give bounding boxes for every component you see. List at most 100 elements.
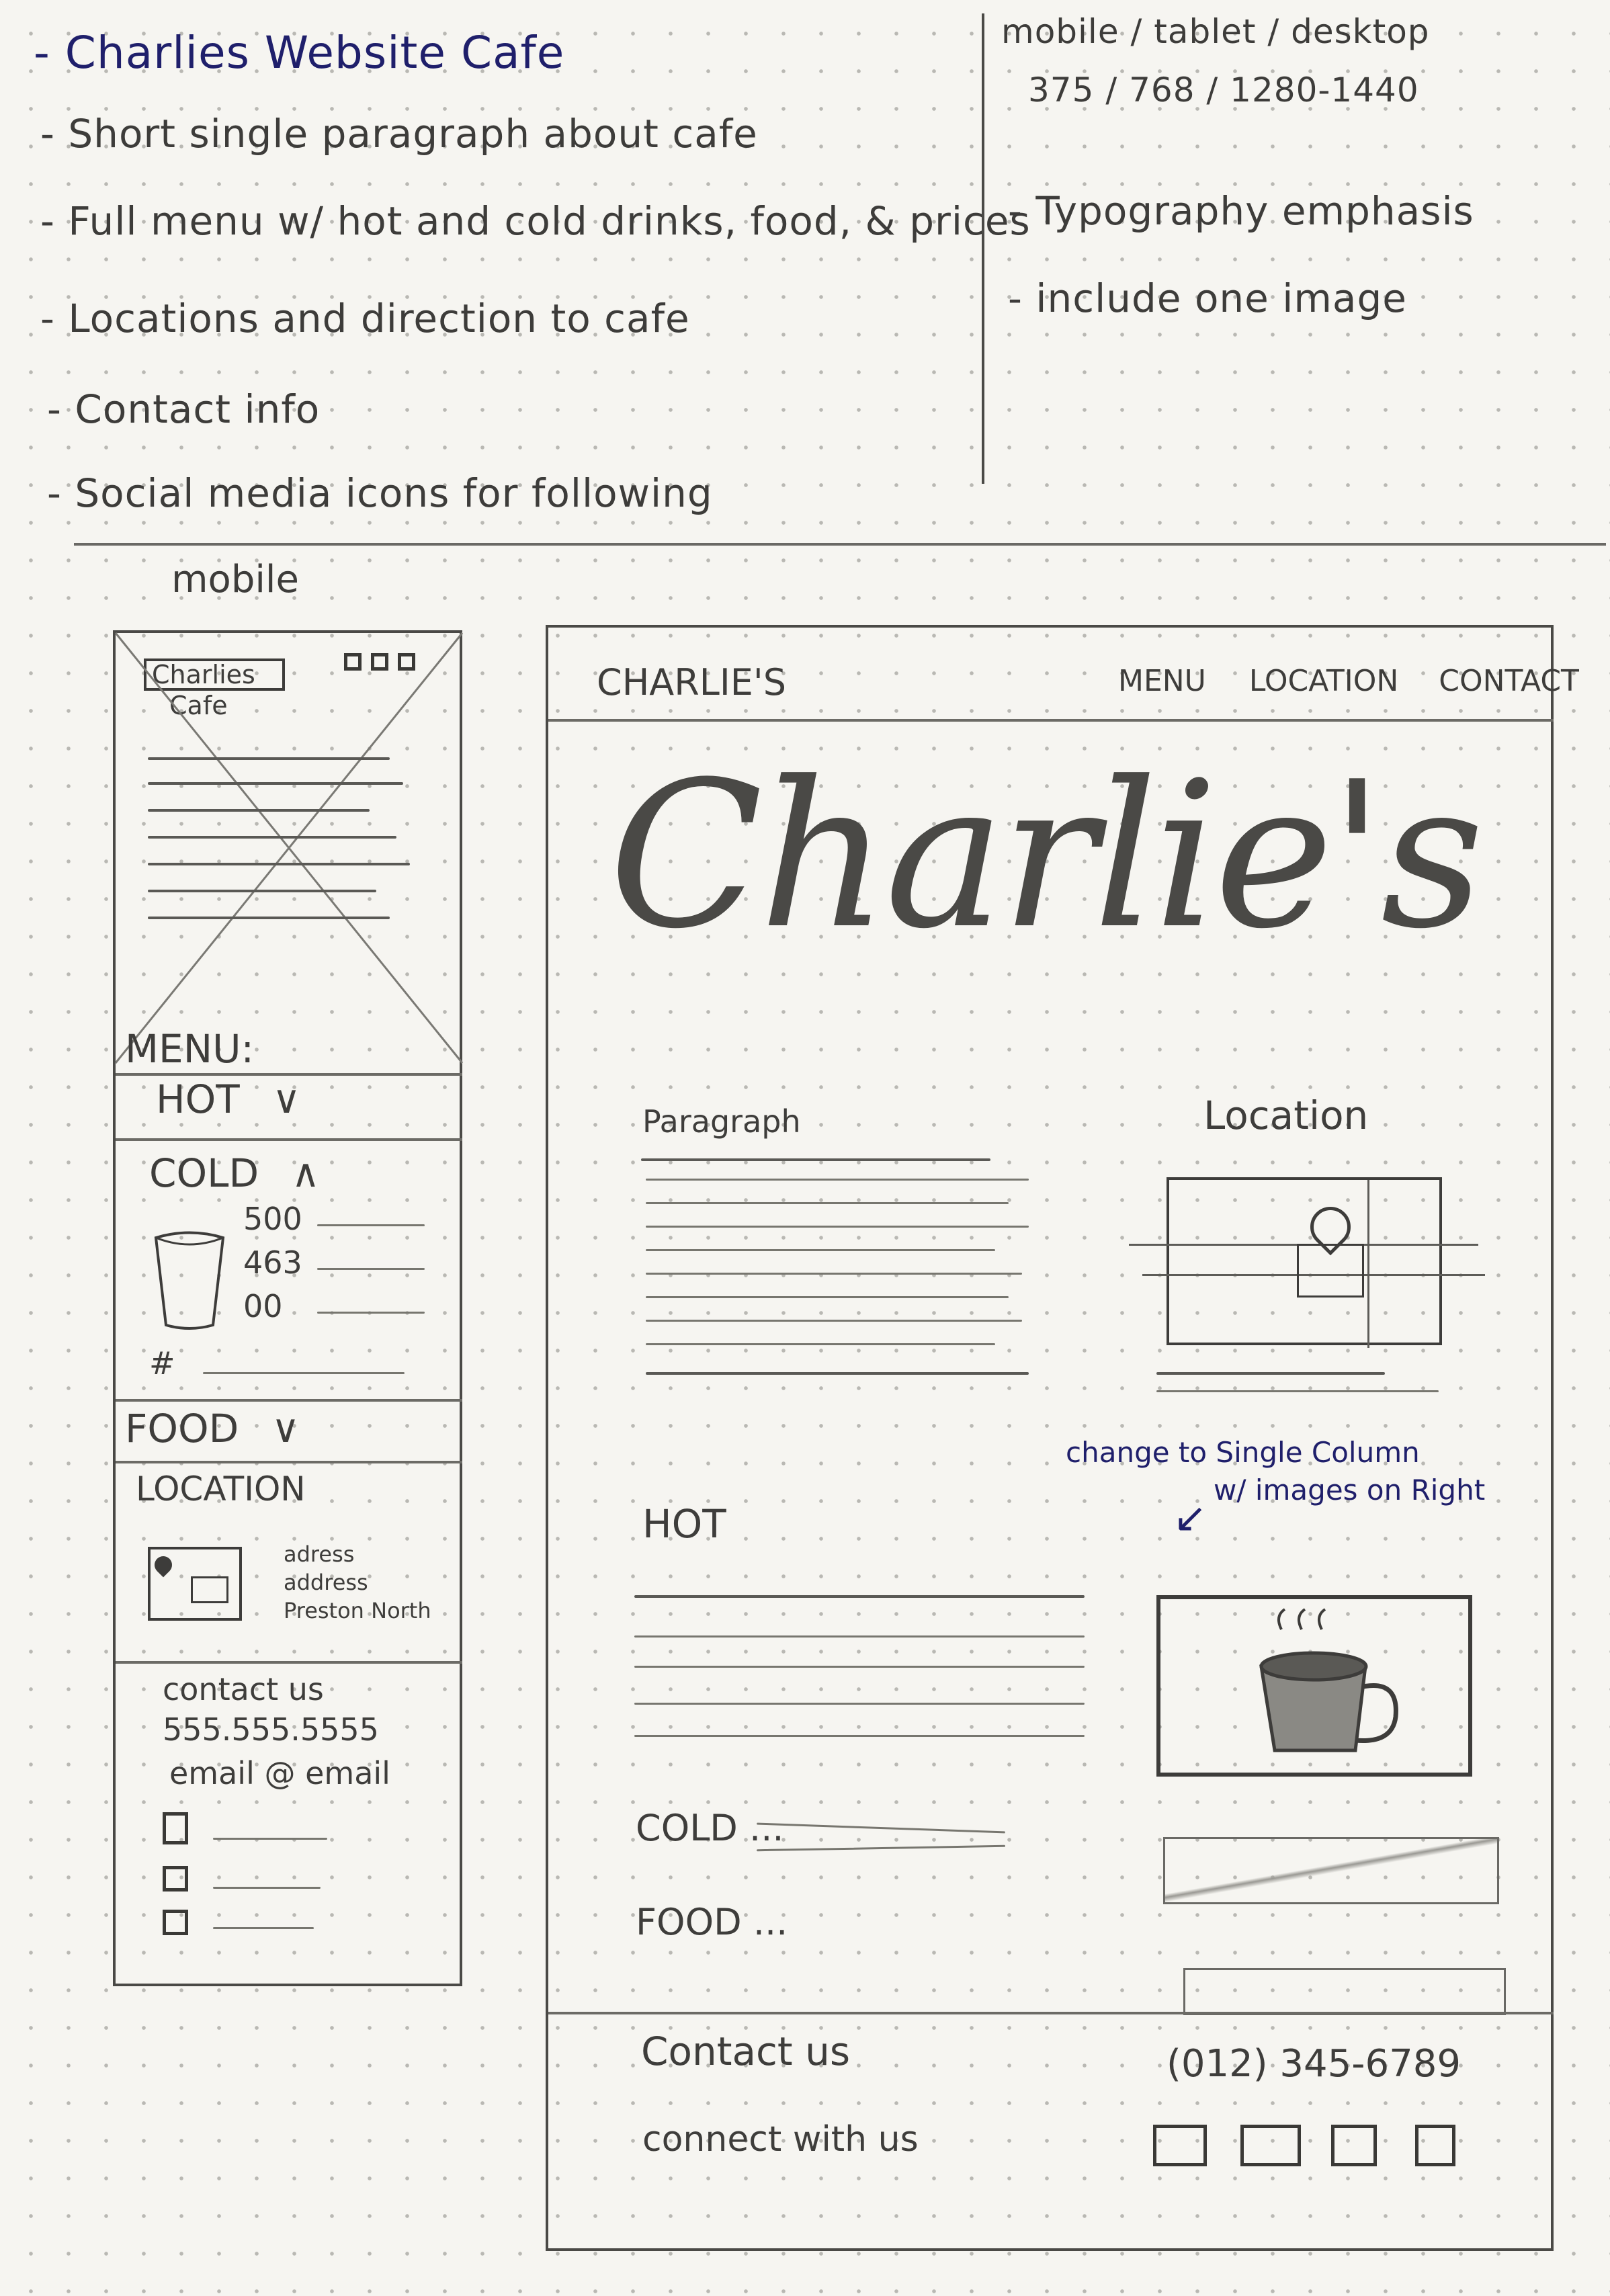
address-block: adress address Preston North xyxy=(284,1540,431,1625)
cold-toggle[interactable]: COLD ∧ xyxy=(149,1150,320,1196)
address-line: adress xyxy=(284,1541,355,1567)
price-line xyxy=(317,1312,425,1314)
food-toggle[interactable]: FOOD ∨ xyxy=(125,1406,300,1451)
text-line xyxy=(646,1226,1029,1228)
location-map[interactable] xyxy=(1129,1177,1485,1348)
text-line xyxy=(148,836,396,839)
chevron-up-icon: ∧ xyxy=(291,1150,321,1196)
text-line xyxy=(646,1273,1022,1275)
note-item: 375 / 768 / 1280-1440 xyxy=(1028,71,1419,110)
map-pin-icon xyxy=(151,1552,176,1578)
note-item: - Contact info xyxy=(47,386,321,432)
size-label: 00 xyxy=(243,1288,283,1324)
menu-line xyxy=(634,1666,1085,1668)
text-line xyxy=(646,1249,995,1251)
social-handle-line xyxy=(213,1838,327,1840)
address-line: Preston North xyxy=(284,1598,431,1623)
text-line xyxy=(646,1202,1009,1204)
hot-heading: HOT xyxy=(642,1501,726,1547)
divider xyxy=(116,1661,462,1664)
map-road xyxy=(1367,1180,1369,1348)
text-line xyxy=(646,1296,1009,1298)
cold-heading[interactable]: COLD ... xyxy=(636,1807,784,1849)
hot-label: HOT xyxy=(156,1076,240,1122)
coffee-cup-icon xyxy=(1259,1608,1398,1752)
location-caption-line xyxy=(1156,1372,1385,1375)
note-item: - Locations and direction to cafe xyxy=(40,296,690,341)
annotation-line: change to Single Column xyxy=(1066,1436,1420,1469)
connect-label: connect with us xyxy=(642,2119,919,2160)
nav-menu[interactable]: MENU xyxy=(1118,664,1206,698)
hero-title: Charlie's xyxy=(609,738,1484,973)
price-line xyxy=(317,1224,425,1226)
phone[interactable]: 555.555.5555 xyxy=(163,1711,379,1748)
note-item: - Short single paragraph about cafe xyxy=(40,111,758,157)
food-heading[interactable]: FOOD ... xyxy=(636,1901,788,1943)
header-divider xyxy=(548,719,1554,722)
address-line: address xyxy=(284,1570,368,1595)
menu-heading: MENU: xyxy=(125,1026,255,1072)
cup-icon xyxy=(154,1231,225,1330)
social-icon-1[interactable] xyxy=(163,1812,188,1844)
nav-contact[interactable]: CONTACT xyxy=(1439,664,1579,698)
menu-line xyxy=(757,1844,1005,1852)
desktop-nav: MENU LOCATION CONTACT xyxy=(1118,664,1579,698)
hot-toggle[interactable]: HOT ∨ xyxy=(156,1076,301,1122)
image-placeholder-icon xyxy=(114,632,464,1064)
size-label: 500 xyxy=(243,1201,302,1237)
divider xyxy=(116,1138,462,1141)
paragraph-label: Paragraph xyxy=(642,1103,801,1140)
social-icon-3[interactable] xyxy=(163,1910,188,1935)
paragraph-underline xyxy=(641,1158,990,1161)
text-line xyxy=(148,917,390,919)
chevron-down-icon: ∨ xyxy=(272,1076,301,1122)
social-icon-3[interactable] xyxy=(1331,2125,1377,2166)
coffee-image xyxy=(1156,1595,1472,1777)
social-icon-2[interactable] xyxy=(163,1866,188,1891)
menu-line xyxy=(634,1735,1085,1737)
sketch-block xyxy=(1183,1968,1506,2015)
sketch-block xyxy=(1163,1837,1499,1904)
divider xyxy=(116,1399,462,1402)
notes-divider xyxy=(982,13,984,484)
breakpoint-notes: mobile / tablet / desktop 375 / 768 / 12… xyxy=(994,7,1586,329)
chevron-down-icon: ∨ xyxy=(271,1406,300,1451)
social-icon-1[interactable] xyxy=(1153,2125,1207,2166)
text-line xyxy=(148,863,410,865)
map-block xyxy=(191,1576,228,1603)
food-label: FOOD xyxy=(125,1406,239,1451)
phone-number[interactable]: (012) 345-6789 xyxy=(1167,2042,1461,2086)
note-title: - Charlies Website Cafe xyxy=(34,27,565,79)
note-item: - include one image xyxy=(1008,275,1407,321)
text-line xyxy=(646,1320,1022,1322)
price-line xyxy=(203,1372,405,1374)
email[interactable]: email @ email xyxy=(169,1755,390,1791)
layout-annotation: change to Single Column w/ images on Rig… xyxy=(1066,1434,1485,1509)
mobile-frame: Charlies Cafe MENU: HOT ∨ COLD ∧ 500 463… xyxy=(113,630,464,1986)
note-item: - Typography emphasis xyxy=(1008,188,1474,234)
mobile-heading: mobile xyxy=(171,558,299,601)
note-item: mobile / tablet / desktop xyxy=(1001,12,1430,51)
note-item: - Full menu w/ hot and cold drinks, food… xyxy=(40,198,1031,244)
desktop-frame: CHARLIE'S MENU LOCATION CONTACT Charlie'… xyxy=(546,625,1579,2251)
price-line xyxy=(317,1268,425,1270)
desktop-brand[interactable]: CHARLIE'S xyxy=(597,661,786,704)
social-icon-4[interactable] xyxy=(1415,2125,1455,2166)
footer-divider xyxy=(548,2012,1554,2014)
annotation-line: w/ images on Right xyxy=(1214,1474,1486,1506)
price-hash: # xyxy=(149,1345,175,1381)
social-icon-2[interactable] xyxy=(1240,2125,1301,2166)
contact-heading: contact us xyxy=(163,1671,324,1707)
nav-location[interactable]: LOCATION xyxy=(1249,664,1398,698)
menu-line xyxy=(757,1822,1005,1834)
text-line xyxy=(148,890,376,892)
social-handle-line xyxy=(213,1887,321,1889)
text-line xyxy=(148,809,370,812)
contact-heading: Contact us xyxy=(641,2029,851,2074)
menu-line xyxy=(634,1595,1085,1598)
menu-line xyxy=(634,1703,1085,1705)
text-line xyxy=(148,782,403,785)
menu-line xyxy=(634,1635,1085,1638)
map-thumbnail[interactable] xyxy=(148,1547,242,1621)
location-caption-line xyxy=(1156,1390,1439,1392)
